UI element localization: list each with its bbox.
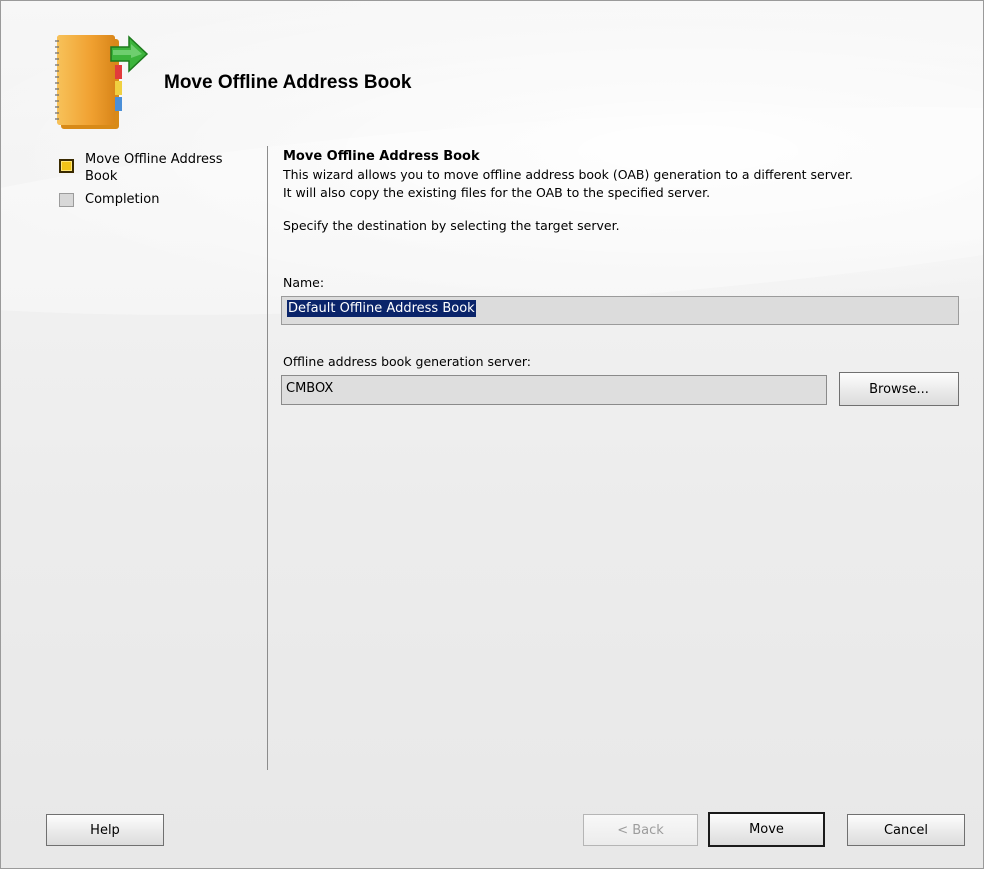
- page-title: Move Offline Address Book: [164, 72, 412, 93]
- help-button[interactable]: Help: [46, 814, 164, 846]
- description-line-2: It will also copy the existing files for…: [283, 185, 711, 200]
- step-completion: Completion: [59, 191, 254, 208]
- main-content: Move Offline Address Book This wizard al…: [283, 149, 963, 233]
- name-field[interactable]: Default Offline Address Book: [281, 296, 959, 325]
- name-label: Name:: [283, 275, 325, 290]
- back-button[interactable]: < Back: [583, 814, 698, 846]
- active-step-icon: [59, 159, 74, 173]
- vertical-divider: [267, 146, 268, 770]
- instruction-text: Specify the destination by selecting the…: [283, 218, 620, 233]
- section-title: Move Offline Address Book: [283, 149, 480, 164]
- step-label: Move Offline Address Book: [85, 152, 223, 184]
- name-field-value: Default Offline Address Book: [287, 300, 476, 317]
- cancel-button[interactable]: Cancel: [847, 814, 965, 846]
- address-book-move-icon: [53, 25, 153, 135]
- server-field[interactable]: CMBOX: [281, 375, 827, 405]
- wizard-steps: Move Offline Address Book Completion: [59, 151, 254, 214]
- step-label: Completion: [85, 192, 160, 207]
- pending-step-icon: [59, 193, 74, 207]
- move-button[interactable]: Move: [708, 812, 825, 847]
- step-move-offline-address-book: Move Offline Address Book: [59, 151, 254, 185]
- browse-button[interactable]: Browse...: [839, 372, 959, 406]
- server-label: Offline address book generation server:: [283, 354, 532, 369]
- description-line-1: This wizard allows you to move offline a…: [283, 167, 853, 182]
- wizard-window: Move Offline Address Book Move Offline A…: [0, 0, 984, 869]
